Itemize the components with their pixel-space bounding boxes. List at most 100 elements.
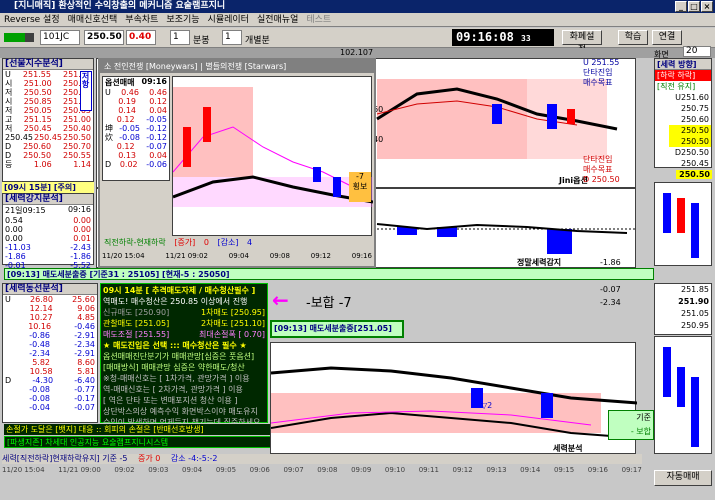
- popup-side-text: 횡보: [352, 182, 368, 191]
- code-input[interactable]: 101JC: [40, 30, 80, 45]
- dec-value: 4: [247, 238, 253, 247]
- futures-cell: 250.85: [23, 97, 52, 106]
- popup-side-val: -7: [356, 172, 364, 181]
- option-time: 09:16: [141, 77, 167, 86]
- moneywars-popup[interactable]: 소 전인전쟁 [Moneywars] | 별들의전쟁 [Starwars] 옵션…: [98, 58, 376, 268]
- rb-chart-svg: [663, 347, 699, 447]
- popup-xtick: 09:16: [351, 252, 372, 260]
- arrow-label: -보합 -7: [306, 296, 352, 311]
- option-rows: U 0.46 0.46 0.19 0.12 0.14 0.04 0.12 -0.05 坤 -0.05…: [103, 88, 169, 169]
- option-cell: U: [105, 88, 111, 97]
- direction-value: U251.60: [675, 93, 709, 102]
- clock-sec: 33: [521, 34, 531, 43]
- bottom-xtick: 09:06: [249, 466, 270, 474]
- bottom-chart[interactable]: ▽2 세력분석: [270, 342, 638, 454]
- force-time-right: 09:16: [67, 205, 91, 214]
- futures-cell: 저: [5, 88, 13, 97]
- force-panel-title: [세력강지분석]: [3, 194, 93, 205]
- option-row: 坤 -0.05 -0.12: [103, 124, 169, 133]
- movement-cell: 5.81: [77, 367, 95, 376]
- bottom-status-inc: 증가 0: [138, 454, 161, 463]
- menu-signal[interactable]: 매매신호선택: [68, 13, 118, 26]
- bottom-status: 세력[직전하락]현재하락유지] 기준 -5 증가 0 감소 -4:-5:-2: [2, 454, 642, 464]
- dec-label: [감소]: [217, 238, 239, 247]
- force-rows: 0.54 0.00 0.00 0.00 0.00 0.01 -11.03 -2.43 -1.86…: [3, 216, 93, 270]
- futures-cell: 251.00: [63, 115, 91, 124]
- futures-cell: 저: [5, 124, 13, 133]
- movement-cell: 10.58: [29, 367, 53, 376]
- qty2-input[interactable]: 1: [222, 30, 242, 45]
- sell-pressure-box: [09:13] 매도세분출중[251.05]: [270, 320, 404, 338]
- info-n4: 상단박스의상 예측수익 화면박스이야 매도유지: [103, 407, 258, 416]
- movement-cell: -2.34: [29, 349, 50, 358]
- direction-sub: [하락 하락]: [655, 70, 711, 81]
- futures-panel-title: [선물지수분석]: [3, 59, 93, 70]
- futures-cell: 250.60: [23, 142, 52, 151]
- rb-candle: [677, 367, 685, 407]
- option-cell: -0.12: [146, 124, 167, 133]
- menu-test[interactable]: 테스트: [306, 13, 331, 26]
- change-field: 0.40: [126, 30, 156, 45]
- menu-subchart[interactable]: 부속차트: [125, 13, 158, 26]
- menu-simulator[interactable]: 시뮬레이터: [208, 13, 249, 26]
- option-cell: 0.13: [118, 151, 136, 160]
- learn-button[interactable]: 학습: [618, 30, 648, 45]
- info-l4b: 2차매도 [251.10]: [201, 319, 265, 328]
- menu-manual[interactable]: 실전매뉴얼: [257, 13, 298, 26]
- menu-aux[interactable]: 보조기능: [166, 13, 199, 26]
- force-cell: -1.86: [70, 252, 91, 261]
- popup-xtick: 09:12: [310, 252, 331, 260]
- screen-number-input[interactable]: 20: [683, 46, 711, 57]
- side-candle: [663, 193, 671, 233]
- direction-value: 250.75: [681, 104, 709, 113]
- futures-cell: 1.14: [73, 160, 91, 169]
- inc-value: 0: [203, 238, 209, 247]
- minimize-button[interactable]: _: [675, 1, 687, 12]
- direction-title: [세력 방향]: [655, 59, 711, 70]
- right-mid-line: 매수목표: [583, 165, 613, 174]
- movement-row: U 26.80 25.60: [3, 295, 97, 304]
- price-field: 250.50: [84, 30, 124, 45]
- movement-cell: -2.91: [74, 331, 95, 340]
- info-n1: ※청-매매신호는 [ 1차가격, 관망가격 ] 이용: [103, 374, 250, 383]
- movement-cell: 10.27: [29, 313, 53, 322]
- rb-val: 251.05: [681, 309, 709, 318]
- futures-row: 250.45 250.45 250.50: [3, 133, 93, 142]
- connect-button[interactable]: 연결: [652, 30, 682, 45]
- movement-cell: -6.40: [74, 376, 95, 385]
- futures-cell: 시: [5, 97, 13, 106]
- futures-row: D 250.50 250.55: [3, 151, 93, 160]
- bottom-chart-label: 세력분석: [553, 444, 583, 453]
- movement-row: 10.27 4.85: [3, 313, 97, 322]
- bottom-xaxis: 11/20 15:04 11/21 09:00 09:02 09:03 09:04 09:…: [2, 466, 642, 476]
- force-detect-panel: [세력강지분석] 21일09:15 09:16 0.54 0.00 0.00 0.00…: [2, 193, 94, 270]
- movement-row: -0.08 -0.17: [3, 394, 97, 403]
- popup-xaxis: 11/20 15:04 11/21 09:02 09:04 09:08 09:1…: [102, 252, 372, 260]
- bottom-xtick: 09:07: [283, 466, 304, 474]
- popup-footer-text: 직전하락-현재하락: [104, 238, 166, 247]
- bottom-note: ▽2: [481, 401, 493, 410]
- qty1-input[interactable]: 1: [170, 30, 190, 45]
- option-row: 0.14 0.04: [103, 106, 169, 115]
- right-neg-value: -1.86: [600, 258, 621, 267]
- popup-chart[interactable]: -7 횡보: [172, 76, 374, 236]
- movement-cell: U: [5, 295, 11, 304]
- popup-candle: [313, 167, 321, 182]
- option-row: 0.19 0.12: [103, 97, 169, 106]
- auto-trade-button[interactable]: 자동매매: [654, 470, 712, 486]
- popup-title: 소 전인전쟁 [Moneywars] | 별들의전쟁 [Starwars]: [100, 60, 374, 73]
- close-button[interactable]: ×: [701, 1, 713, 12]
- bottom-chart-svg: [270, 366, 638, 439]
- futures-row: 저 250.45 250.40: [3, 124, 93, 133]
- right-d-label: D 250.50: [583, 175, 620, 184]
- movement-row: -0.04 -0.07: [3, 403, 97, 412]
- bottom-xtick: 09:16: [587, 466, 608, 474]
- direction-values: U251.60 250.75 250.60 250.50 250.50 D250.50 25…: [655, 92, 711, 169]
- movement-cell: -2.91: [74, 349, 95, 358]
- maximize-button[interactable]: □: [688, 1, 700, 12]
- movement-cell: -0.08: [29, 385, 50, 394]
- menu-reverse[interactable]: Reverse 설정: [4, 13, 60, 26]
- toolbar: 101JC 250.50 0.40 1 분봉 1 개별분 09:16:08 33…: [0, 28, 715, 55]
- currency-settings-button[interactable]: 화폐설정: [562, 30, 602, 55]
- option-row: 炊 -0.08 -0.12: [103, 133, 169, 142]
